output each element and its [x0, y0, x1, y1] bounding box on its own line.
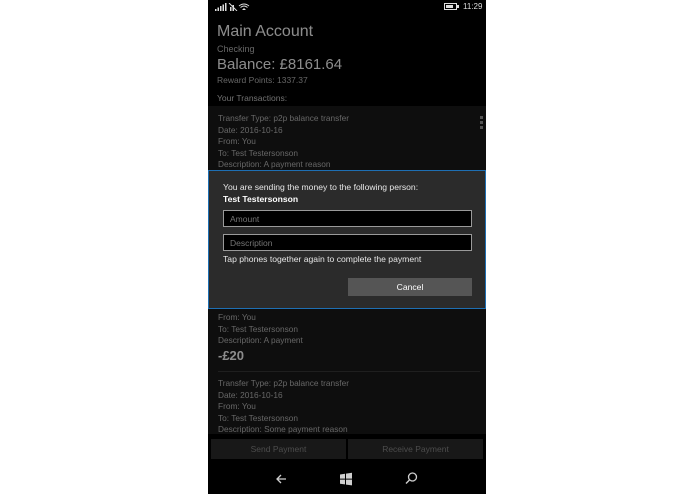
transfer-from: From: You: [218, 401, 256, 411]
battery-icon: [444, 3, 459, 10]
transfer-type: Transfer Type: p2p balance transfer: [218, 378, 349, 388]
search-icon[interactable]: [401, 470, 421, 488]
dialog-hint: Tap phones together again to complete th…: [223, 254, 422, 264]
phone-screen: 11:29 Main Account Checking Balance: £81…: [208, 0, 486, 494]
cancel-button[interactable]: Cancel: [348, 278, 472, 296]
amount-input[interactable]: [223, 210, 472, 227]
transfer-description: Description: A payment: [218, 335, 303, 345]
transfer-from: From: You: [218, 136, 256, 146]
reward-points: Reward Points: 1337.37: [217, 75, 308, 85]
list-item[interactable]: Transfer Type: p2p balance transfer Date…: [218, 113, 478, 171]
balance: Balance: £8161.64: [217, 56, 343, 73]
transfer-from: From: You: [218, 312, 256, 322]
battery-fill: [446, 5, 454, 8]
dialog-message: You are sending the money to the followi…: [223, 182, 419, 192]
transfer-to: To: Test Testersonson: [218, 412, 298, 423]
status-bar: 11:29: [208, 0, 486, 14]
transfer-date: Date: 2016-10-16: [218, 389, 283, 400]
back-arrow-icon[interactable]: [272, 470, 292, 488]
list-item[interactable]: From: You To: Test Testersonson Descript…: [218, 312, 478, 365]
recipient-name: Test Testersonson: [223, 194, 299, 204]
windows-logo-icon[interactable]: [336, 470, 356, 488]
clock: 11:29: [463, 2, 483, 11]
description-input[interactable]: [223, 234, 472, 251]
transfer-type: Transfer Type: p2p balance transfer: [218, 113, 349, 123]
receive-payment-button[interactable]: Receive Payment: [348, 439, 483, 459]
send-payment-button[interactable]: Send Payment: [211, 439, 346, 459]
transfer-description: Description: A payment reason: [218, 159, 331, 169]
transactions-heading: Your Transactions:: [217, 93, 288, 103]
list-item[interactable]: Transfer Type: p2p balance transfer Date…: [218, 378, 478, 434]
signal-icons: [215, 3, 250, 11]
account-type: Checking: [217, 44, 255, 54]
transfer-description: Description: Some payment reason: [218, 424, 348, 434]
action-bar: Send Payment Receive Payment: [208, 439, 486, 461]
transfer-date: Date: 2016-10-16: [218, 124, 283, 135]
transfer-amount: -£20: [218, 347, 245, 363]
more-icon[interactable]: [480, 116, 484, 131]
payment-dialog: You are sending the money to the followi…: [208, 170, 486, 309]
divider: [218, 371, 480, 372]
page-title: Main Account: [217, 23, 314, 40]
transfer-to: To: Test Testersonson: [218, 147, 298, 158]
navigation-bar: [208, 464, 486, 494]
transfer-to: To: Test Testersonson: [218, 323, 298, 334]
